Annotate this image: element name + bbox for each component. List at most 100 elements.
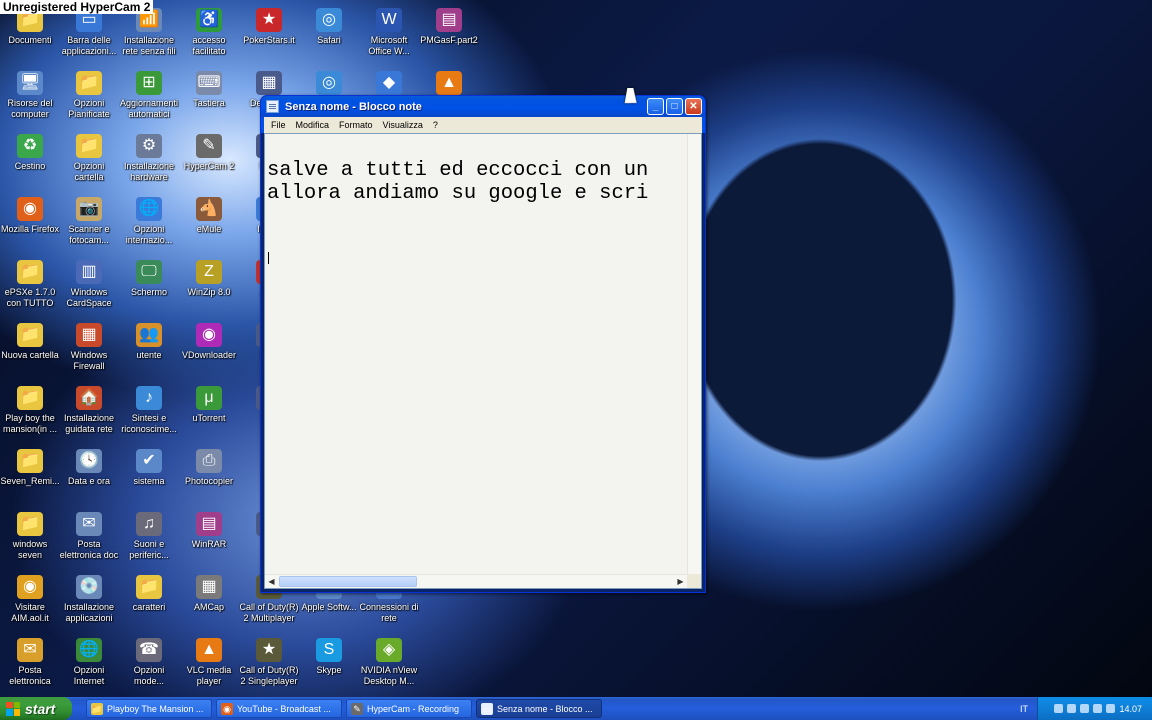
winzip-icon: Z	[196, 260, 222, 284]
desktop-icon-opzioni-cartella[interactable]: 📁 Opzioni cartella	[59, 134, 119, 182]
resize-grip[interactable]	[687, 574, 701, 588]
taskbar-button[interactable]: ▭ Senza nome - Blocco ...	[476, 699, 602, 718]
desktop-icon-label: Posta elettronica	[9, 665, 51, 686]
desktop-icon-label: VDownloader	[181, 350, 237, 360]
desktop-icon-risorse-del-computer[interactable]: 🖥 Risorse del computer	[0, 71, 60, 119]
scroll-left-icon[interactable]: ◀	[266, 576, 277, 587]
desktop-icon-mozilla-firefox[interactable]: ◉ Mozilla Firefox	[0, 197, 60, 235]
menu-modifica[interactable]: Modifica	[291, 120, 335, 130]
desktop-icon-skype[interactable]: S Skype	[299, 638, 359, 676]
desktop-icon-utorrent[interactable]: μ uTorrent	[179, 386, 239, 424]
menu-file[interactable]: File	[266, 120, 291, 130]
vertical-scrollbar[interactable]	[687, 134, 701, 574]
start-button[interactable]: start	[0, 697, 72, 720]
installazione-applicazioni-icon: 💿	[76, 575, 102, 599]
desktop-icon-opzioni-pianificate[interactable]: 📁 Opzioni Pianificate	[59, 71, 119, 119]
desktop-icon-cestino[interactable]: ♻ Cestino	[0, 134, 60, 172]
desktop-icon-opzioni-internazionali[interactable]: 🌐 Opzioni internazio...	[119, 197, 179, 245]
vdownloader-icon: ◉	[196, 323, 222, 347]
desktop-icon-label: Safari	[317, 35, 341, 45]
taskbar-button[interactable]: 📁 Playboy The Mansion ...	[86, 699, 212, 718]
desktop-icon-pmgasf-part2[interactable]: ▤ PMGasF.part2	[419, 8, 479, 46]
maximize-button[interactable]: □	[666, 98, 683, 115]
desktop-icon-caratteri[interactable]: 📁 caratteri	[119, 575, 179, 613]
clock[interactable]: 14.07	[1119, 704, 1142, 714]
desktop-icon-pokerstars[interactable]: ★ PokerStars.it	[239, 8, 299, 46]
desktop-icon-scanner-e-fotocamere[interactable]: 📷 Scanner e fotocam...	[59, 197, 119, 245]
menu-help[interactable]: ?	[428, 120, 443, 130]
desktop-icon-photocopier[interactable]: ⎙ Photocopier	[179, 449, 239, 487]
desktop-icon-sintesi-e-riconoscimento[interactable]: ♪ Sintesi e riconoscime...	[119, 386, 179, 434]
desktop-icon-hypercam-2[interactable]: ✎ HyperCam 2	[179, 134, 239, 172]
notepad-window[interactable]: Senza nome - Blocco note _ □ ✕ File Modi…	[260, 95, 706, 593]
desktop-icon-sistema[interactable]: ✔ sistema	[119, 449, 179, 487]
desktop-icon-opzioni-modem[interactable]: ☎ Opzioni mode...	[119, 638, 179, 686]
desktop-icon-epsxe[interactable]: 📁 ePSXe 1.7.0 con TUTTO	[0, 260, 60, 308]
tray-app2-icon[interactable]	[1106, 704, 1116, 713]
icon-row2-col6-icon: ◎	[316, 71, 342, 95]
desktop-icon-play-boy-the-mansion[interactable]: 📁 Play boy the mansion(in ...	[0, 386, 60, 434]
desktop-icon-tastiera[interactable]: ⌨ Tastiera	[179, 71, 239, 109]
scroll-right-icon[interactable]: ▶	[675, 576, 686, 587]
desktop-icon-amcap[interactable]: ▦ AMCap	[179, 575, 239, 613]
desktop-icon-schermo[interactable]: 🖵 Schermo	[119, 260, 179, 298]
notepad-titlebar[interactable]: Senza nome - Blocco note _ □ ✕	[261, 96, 705, 117]
desktop-icon-icon-row2-col8-vlc[interactable]: ▲	[419, 71, 479, 98]
close-button[interactable]: ✕	[685, 98, 702, 115]
desktop-icon-suoni-e-periferiche[interactable]: ♫ Suoni e periferic...	[119, 512, 179, 560]
desktop-icon-emule[interactable]: 🐴 eMule	[179, 197, 239, 235]
desktop-icon-winzip[interactable]: Z WinZip 8.0	[179, 260, 239, 298]
desktop-icon-vlc-media-player[interactable]: ▲ VLC media player	[179, 638, 239, 686]
minimize-button[interactable]: _	[647, 98, 664, 115]
desktop-icon-aggiornamenti-automatici[interactable]: ⊞ Aggiornamenti automatici	[119, 71, 179, 119]
desktop-icon-installazione-rete-senza-fili[interactable]: 📶 Installazione rete senza fili	[119, 8, 179, 56]
taskbar-button[interactable]: ◉ YouTube - Broadcast ...	[216, 699, 342, 718]
desktop-icon-windows-seven[interactable]: 📁 windows seven	[0, 512, 60, 560]
desktop-icon-label: caratteri	[132, 602, 166, 612]
tray-app-icon[interactable]	[1093, 704, 1103, 713]
desktop-icon-installazione-hardware[interactable]: ⚙ Installazione hardware	[119, 134, 179, 182]
desktop-icon-data-e-ora[interactable]: 🕓 Data e ora	[59, 449, 119, 487]
language-indicator[interactable]: IT	[1020, 704, 1028, 714]
tray-network-icon[interactable]	[1054, 704, 1064, 713]
taskbar-button[interactable]: ✎ HyperCam - Recording	[346, 699, 472, 718]
notepad-icon[interactable]	[266, 100, 279, 113]
desktop-icon-installazione-guidata-rete[interactable]: 🏠 Installazione guidata rete	[59, 386, 119, 434]
document-text[interactable]: salve a tutti ed eccocci con un allora a…	[267, 159, 693, 209]
emule-icon: 🐴	[196, 197, 222, 221]
tray-security-icon[interactable]	[1067, 704, 1077, 713]
horizontal-scrollbar[interactable]: ◀ ▶	[265, 574, 687, 588]
desktop-icon-winrar[interactable]: ▤ WinRAR	[179, 512, 239, 550]
desktop-icon-icon-row2-col7[interactable]: ◆	[359, 71, 419, 98]
desktop-icon-label: uTorrent	[192, 413, 226, 423]
menu-visualizza[interactable]: Visualizza	[378, 120, 428, 130]
desktop-icon-safari[interactable]: ◎ Safari	[299, 8, 359, 46]
desktop-icon-barra-applicazioni[interactable]: ▭ Barra delle applicazioni...	[59, 8, 119, 56]
desktop-icon-seven-remix[interactable]: 📁 Seven_Remi...	[0, 449, 60, 487]
visitare-aim-icon: ◉	[17, 575, 43, 599]
desktop-icon-posta-elettronica-doc[interactable]: ✉ Posta elettronica doc	[59, 512, 119, 560]
desktop-icon-microsoft-office-word[interactable]: W Microsoft Office W...	[359, 8, 419, 56]
desktop-icon-opzioni-internet[interactable]: 🌐 Opzioni Internet	[59, 638, 119, 686]
tray-volume-icon[interactable]	[1080, 704, 1090, 713]
desktop-icon-visitare-aim[interactable]: ◉ Visitare AIM.aol.it	[0, 575, 60, 623]
desktop-icon-accesso-facilitato[interactable]: ♿ accesso facilitato	[179, 8, 239, 56]
seven-remix-icon: 📁	[17, 449, 43, 473]
desktop-icon-posta-elettronica[interactable]: ✉ Posta elettronica	[0, 638, 60, 686]
sistema-icon: ✔	[136, 449, 162, 473]
text-editor[interactable]: salve a tutti ed eccocci con un allora a…	[264, 133, 702, 589]
desktop-icon-windows-firewall[interactable]: ▦ Windows Firewall	[59, 323, 119, 371]
desktop-icon-vdownloader[interactable]: ◉ VDownloader	[179, 323, 239, 361]
desktop-icon-utente[interactable]: 👥 utente	[119, 323, 179, 361]
desktop-icon-label: eMule	[196, 224, 222, 234]
desktop-icon-label: sistema	[133, 476, 165, 486]
menu-formato[interactable]: Formato	[334, 120, 378, 130]
desktop-icon-windows-cardspace[interactable]: ▥ Windows CardSpace	[59, 260, 119, 308]
desktop-icon-installazione-applicazioni[interactable]: 💿 Installazione applicazioni	[59, 575, 119, 623]
desktop-icon-nuova-cartella[interactable]: 📁 Nuova cartella	[0, 323, 60, 361]
desktop-icon-nvidia-nview[interactable]: ◈ NVIDIA nView Desktop M...	[359, 638, 419, 686]
window-title: Senza nome - Blocco note	[285, 100, 422, 113]
scroll-thumb[interactable]	[279, 576, 417, 587]
desktop-icon-icon-row2-col6[interactable]: ◎	[299, 71, 359, 98]
desktop-icon-call-of-duty-singleplayer[interactable]: ★ Call of Duty(R) 2 Singleplayer	[239, 638, 299, 686]
